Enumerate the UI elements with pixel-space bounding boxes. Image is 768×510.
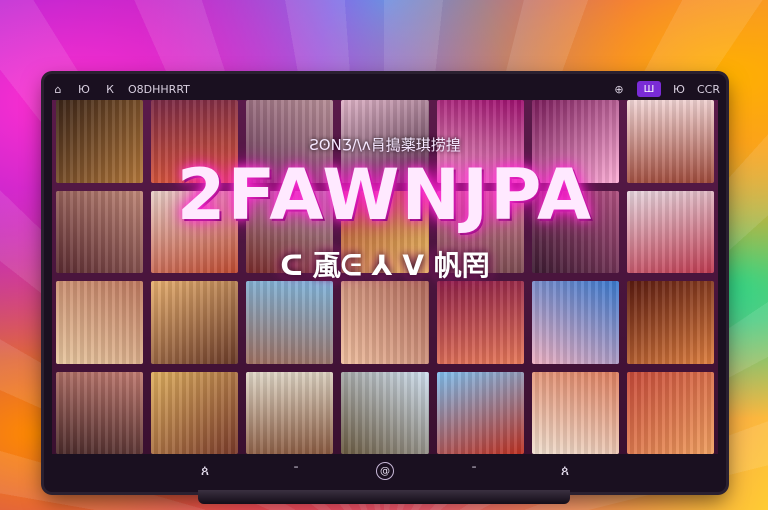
photo-tile[interactable] [531,371,619,454]
overlay-title: 2FAWNJPA [176,154,594,236]
toolbar-item-right[interactable]: Ю [671,81,687,97]
photo-tile[interactable] [56,281,144,364]
toolbar-label-right: CCR [696,82,720,96]
photo-tile[interactable] [531,281,619,364]
monitor-stand [198,490,570,504]
globe-icon[interactable]: ⊕ [611,81,627,97]
photo-tile[interactable] [626,281,714,364]
toolbar-item-2[interactable]: К [102,81,118,97]
mid-right-icon[interactable]: ᐨ [463,460,485,482]
photo-tile[interactable] [436,371,524,454]
photo-tile[interactable] [56,371,144,454]
toolbar-item-1[interactable]: Ю [76,81,92,97]
left-action-icon[interactable]: ጰ [194,460,216,482]
photo-tile[interactable] [626,371,714,454]
overlay-subtitle: ᑕ 颪ᕮ ⅄ ᐯ 帆罔 [280,249,490,282]
center-home-icon[interactable]: @ [376,462,394,480]
monitor-frame: ⌂ Ю К O8DHHRRT ⊕ Ш Ю CCR ƧʘNƷ/\ᴧ肙搗薬琪捞揘 2… [44,74,726,492]
photo-tile[interactable] [436,281,524,364]
photo-tile[interactable] [246,281,334,364]
top-toolbar: ⌂ Ю К O8DHHRRT ⊕ Ш Ю CCR [50,78,720,100]
photo-tile[interactable] [246,371,334,454]
mid-left-icon[interactable]: ᐨ [285,460,307,482]
photo-tile[interactable] [151,281,239,364]
overlay-top-text: ƧʘNƷ/\ᴧ肙搗薬琪捞揘 [309,136,461,154]
photo-tile[interactable] [341,281,429,364]
toolbar-label: O8DHHRRT [128,82,190,96]
grid-icon[interactable]: Ш [636,81,661,97]
home-icon[interactable]: ⌂ [50,81,66,97]
gallery-screen: ƧʘNƷ/\ᴧ肙搗薬琪捞揘 2FAWNJPA ᑕ 颪ᕮ ⅄ ᐯ 帆罔 [52,100,718,454]
right-action-icon[interactable]: ጰ [554,460,576,482]
photo-tile[interactable] [151,371,239,454]
photo-tile[interactable] [341,371,429,454]
bottom-toolbar: ጰ ᐨ @ ᐨ ጰ [194,460,576,482]
